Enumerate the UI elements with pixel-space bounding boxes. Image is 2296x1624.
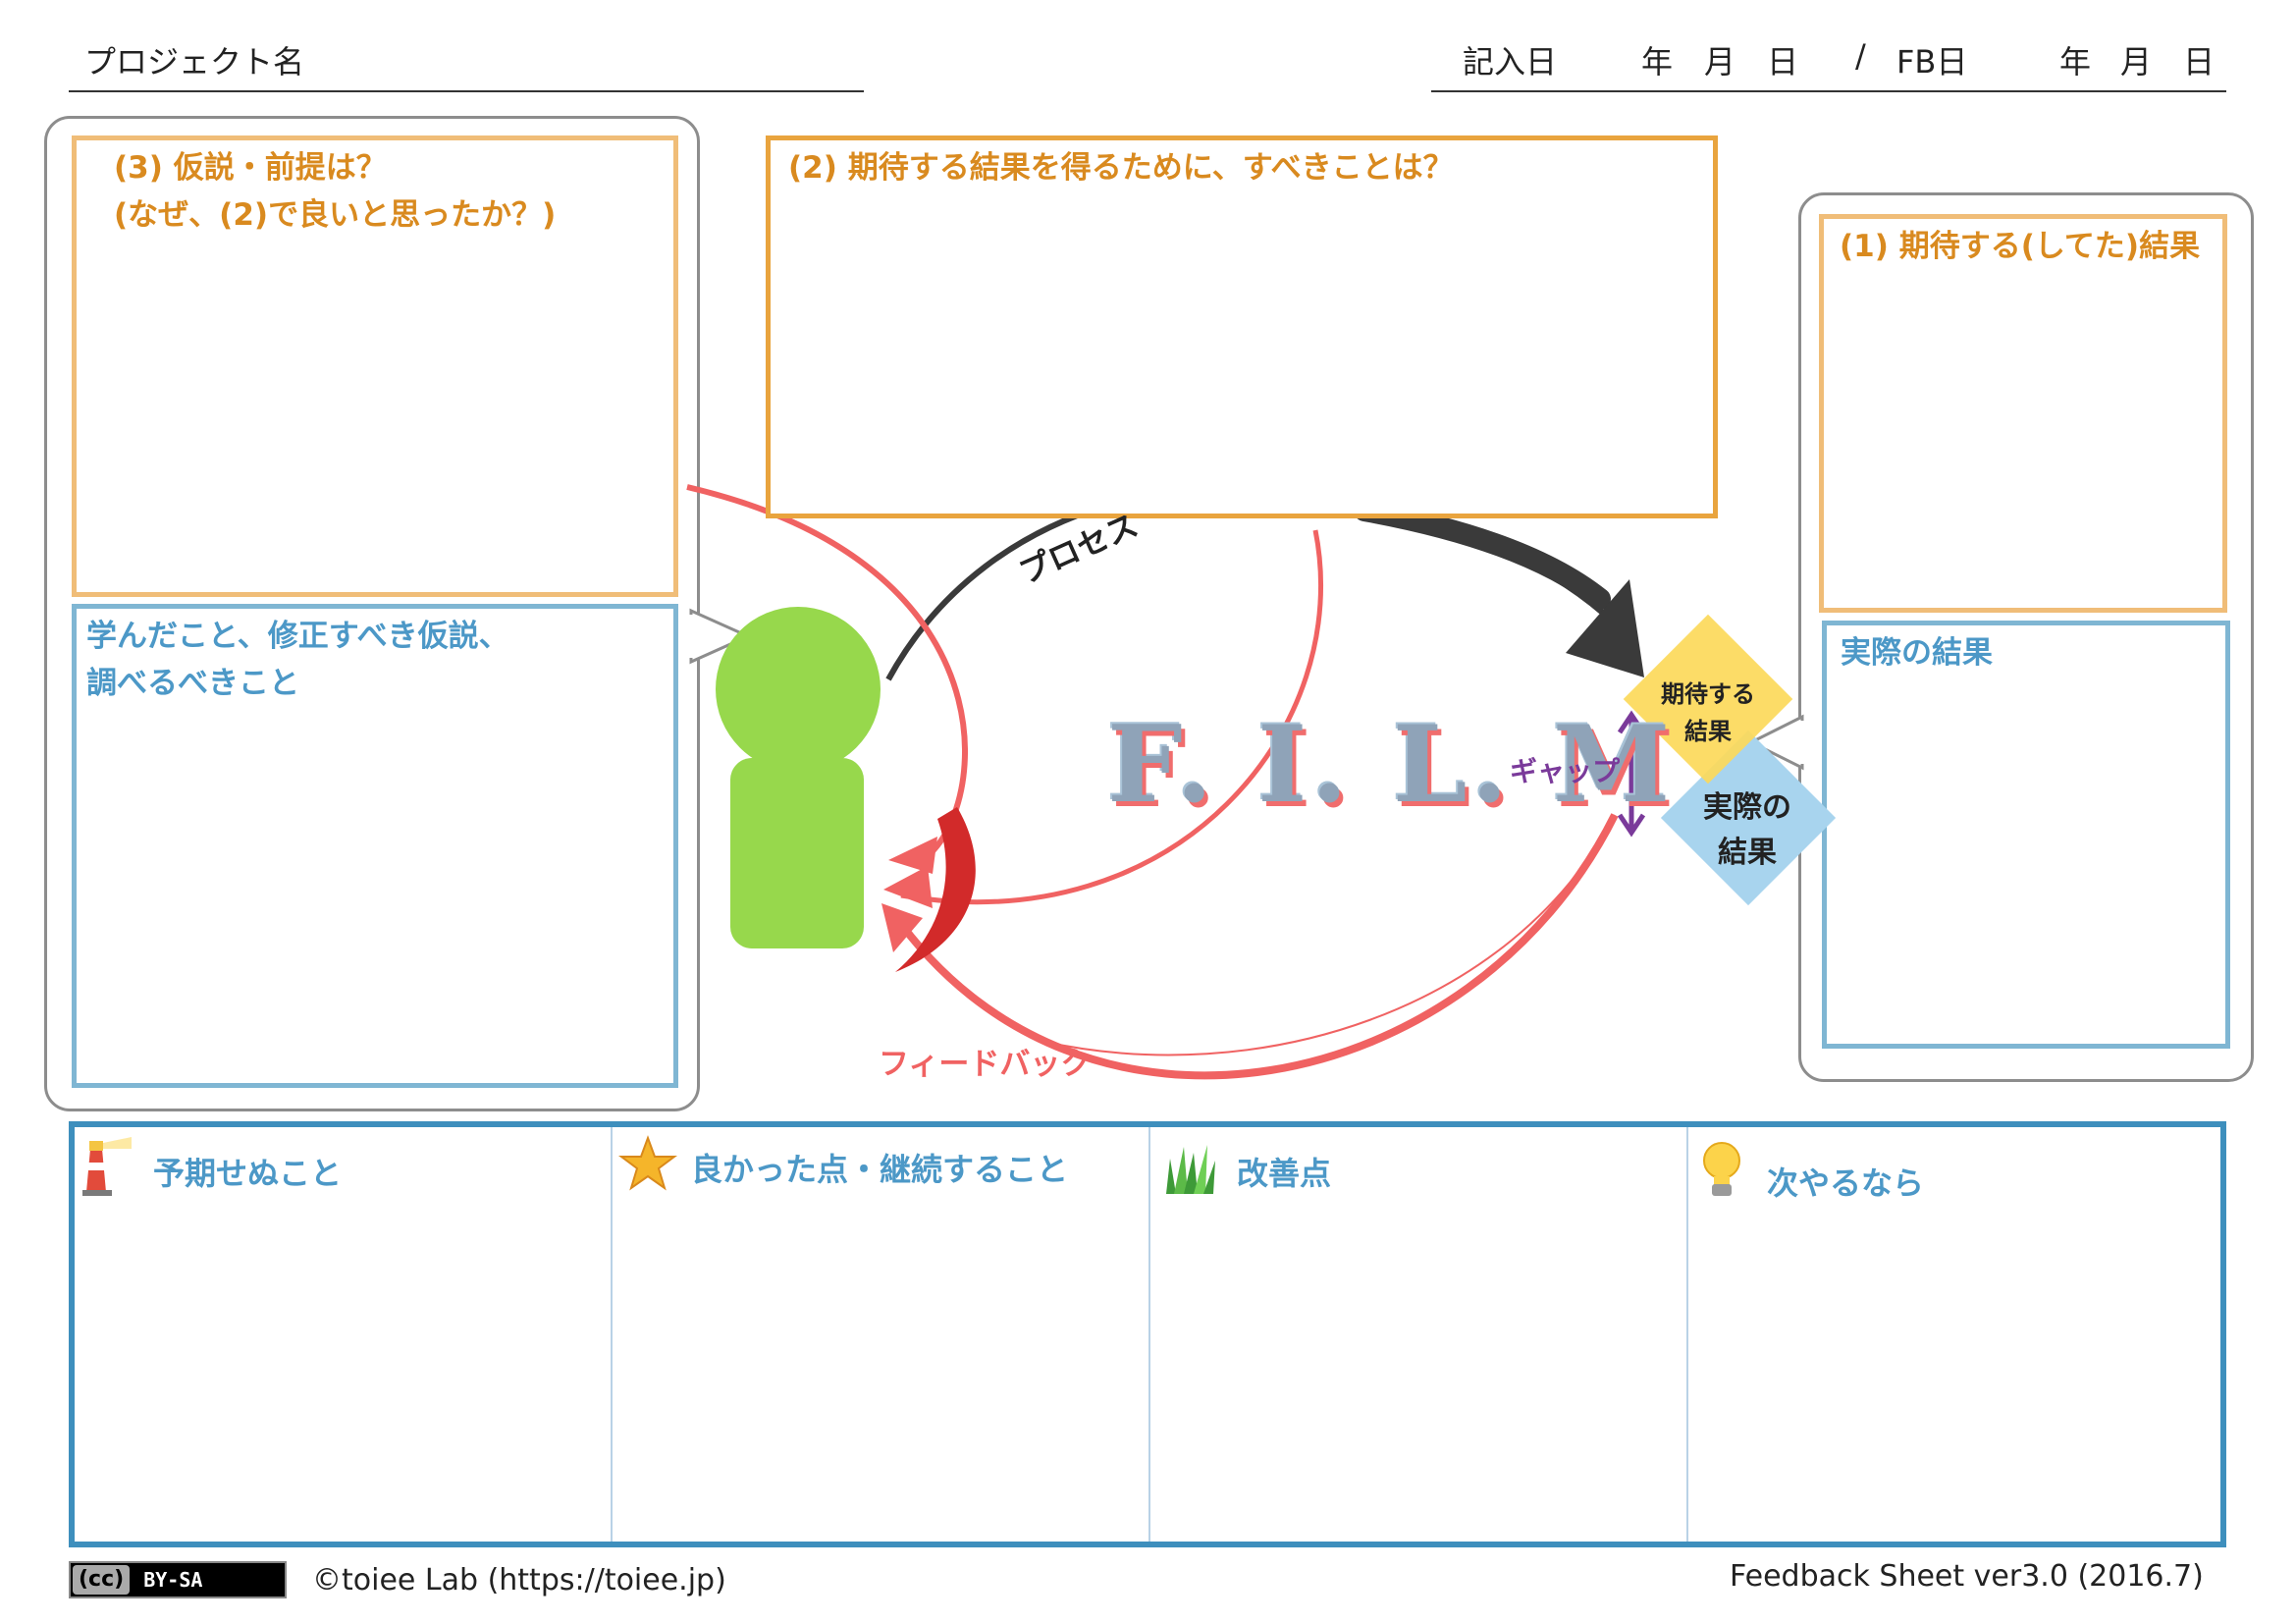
lighthouse-icon	[82, 1137, 132, 1196]
copyright-text: ©toiee Lab (https://toiee.jp)	[312, 1563, 726, 1597]
actual-diamond-line1: 実際の	[1703, 790, 1791, 825]
star-icon	[618, 1135, 677, 1191]
reflection-panel: 予期せぬこと 良かった点・継続すること 改善点 次やるなら	[69, 1121, 2226, 1547]
feedback-label: フィードバック	[879, 1047, 1092, 1082]
person-body	[730, 758, 864, 948]
good-points-label: 良かった点・継続すること	[691, 1151, 1069, 1188]
gap-label: ギャップ	[1510, 755, 1621, 787]
next-time-label: 次やるなら	[1767, 1164, 1925, 1202]
cc-license-badge[interactable]: (cc) BY-SA	[69, 1561, 287, 1598]
next-time-column[interactable]: 次やるなら	[1688, 1127, 2224, 1542]
expected-diamond-line2: 結果	[1684, 718, 1732, 745]
version-text: Feedback Sheet ver3.0 (2016.7)	[1730, 1559, 2204, 1594]
improvements-column[interactable]: 改善点	[1150, 1127, 1686, 1542]
todo-title: (2) 期待する結果を得るために、すべきことは？	[788, 150, 1454, 186]
cc-icon: (cc)	[73, 1565, 131, 1595]
unexpected-label: 予期せぬこと	[153, 1155, 343, 1192]
unexpected-column[interactable]: 予期せぬこと	[75, 1127, 611, 1542]
expected-diamond-text: 期待する 結果	[1649, 676, 1767, 750]
actual-diamond-line2: 結果	[1718, 836, 1777, 870]
todo-box[interactable]: (2) 期待する結果を得るために、すべきことは？	[766, 135, 1718, 518]
improvements-label: 改善点	[1237, 1155, 1332, 1192]
actual-diamond-text: 実際の 結果	[1679, 785, 1816, 876]
license-type: BY-SA	[143, 1568, 203, 1592]
lightbulb-icon	[1703, 1142, 1740, 1196]
grass-icon	[1166, 1145, 1215, 1194]
person-head	[716, 607, 881, 772]
expected-diamond-line1: 期待する	[1661, 680, 1755, 708]
good-points-column[interactable]: 良かった点・継続すること	[613, 1127, 1148, 1542]
